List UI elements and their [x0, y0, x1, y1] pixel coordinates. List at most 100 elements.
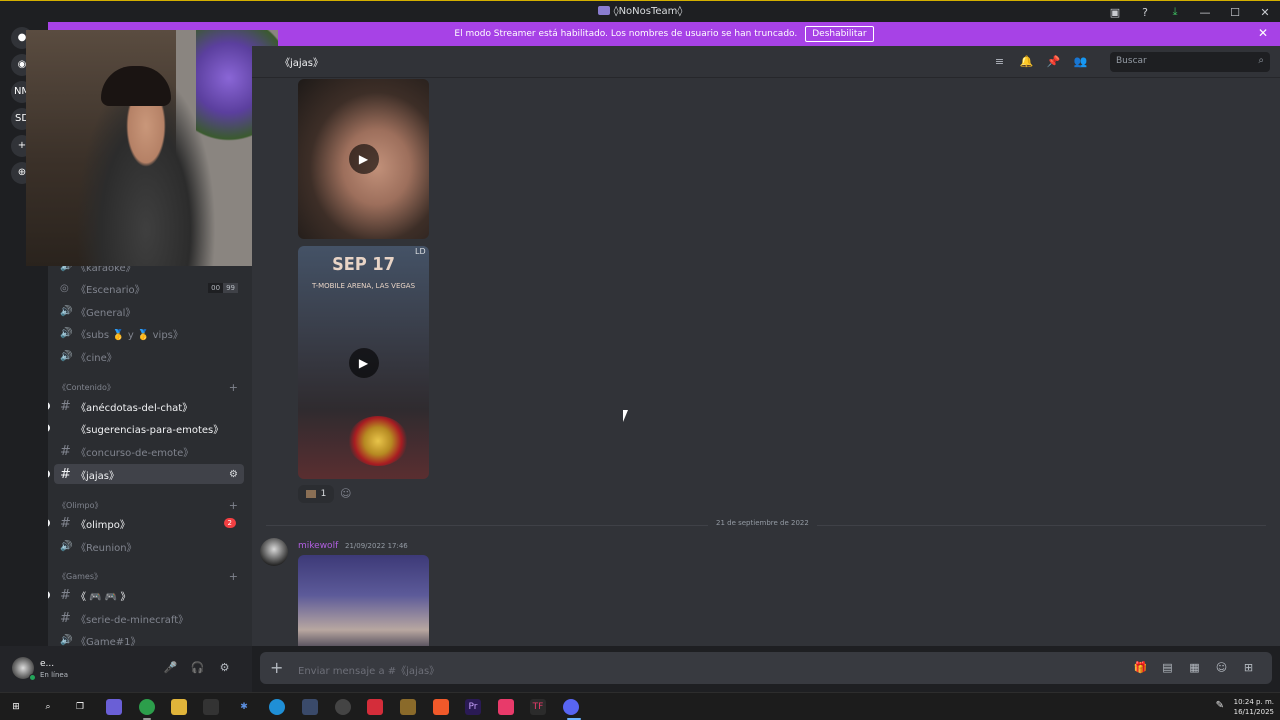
- inbox-icon[interactable]: ▣: [1100, 6, 1130, 19]
- premiere-icon[interactable]: Pr: [465, 699, 481, 715]
- text-channel-olimpo[interactable]: # 《olimpo》 2: [48, 513, 244, 533]
- text-channel-anecdotas[interactable]: # 《anécdotas-del-chat》: [48, 396, 244, 416]
- voice-channel-cine[interactable]: 🔊 《cine》: [54, 346, 244, 366]
- count-current: 00: [208, 283, 224, 293]
- apps-icon[interactable]: ⊞: [1235, 661, 1262, 674]
- header-icons: ≡ 🔔 📌 👥: [986, 55, 1094, 68]
- championship-belt: [348, 416, 408, 466]
- category-games[interactable]: 《Games》 +: [58, 569, 244, 583]
- edge-icon[interactable]: [269, 699, 285, 715]
- settings-icon[interactable]: ⚙: [211, 661, 238, 674]
- reaction-count: 1: [320, 489, 327, 499]
- minimize-icon[interactable]: —: [1190, 6, 1220, 19]
- copilot-icon[interactable]: [106, 699, 122, 715]
- play-icon[interactable]: ▶: [348, 347, 379, 378]
- channel-label: 《cine》: [76, 352, 117, 364]
- speaker-icon: 🔊: [60, 350, 73, 362]
- voice-channel-subs-vips[interactable]: 🔊 《subs 🥇 y 🥇 vips》: [54, 323, 244, 343]
- category-contenido[interactable]: 《Contenido》 +: [58, 380, 244, 394]
- window-title-text: ◊NoNosTeam◊: [613, 6, 683, 17]
- speaker-icon: 🔊: [60, 327, 73, 339]
- disable-streamer-button[interactable]: Deshabilitar: [805, 26, 874, 42]
- add-channel-icon[interactable]: +: [229, 381, 238, 394]
- text-channel-games[interactable]: # 《 🎮 🎮 》: [48, 585, 244, 605]
- hash-icon: #: [60, 515, 71, 531]
- app-icon[interactable]: [400, 699, 416, 715]
- add-reaction-icon[interactable]: ☺: [340, 487, 351, 500]
- app-icon[interactable]: ✱: [236, 699, 252, 715]
- image-attachment[interactable]: [298, 555, 429, 646]
- text-channel-minecraft[interactable]: # 《serie-de-minecraft》: [54, 608, 244, 628]
- username[interactable]: e...: [40, 659, 54, 669]
- tiktok-icon[interactable]: [498, 699, 514, 715]
- app-icon[interactable]: TF: [530, 699, 546, 715]
- channel-label: 《General》: [76, 307, 136, 319]
- chrome-icon[interactable]: [139, 699, 155, 715]
- play-icon[interactable]: ▶: [348, 144, 379, 174]
- unread-indicator: [48, 470, 50, 478]
- app-icon[interactable]: [203, 699, 219, 715]
- text-channel-jajas[interactable]: # 《jajas》 ⚙: [48, 464, 244, 484]
- channel-label: 《Game#1》: [76, 636, 141, 647]
- bell-icon[interactable]: 🔔: [1013, 55, 1040, 68]
- voice-channel-reunion[interactable]: 🔊 《Reunion》: [54, 536, 244, 556]
- text-channel-concurso[interactable]: # 《concurso-de-emote》: [54, 441, 244, 461]
- text-channel-sugerencias[interactable]: 《sugerencias-para-emotes》: [48, 418, 244, 438]
- pin-icon[interactable]: 📌: [1040, 55, 1067, 68]
- user-status: En línea: [40, 671, 69, 679]
- close-window-icon[interactable]: ✕: [1250, 6, 1280, 19]
- user-controls: 🎤 🎧 ⚙: [157, 661, 238, 674]
- microphone-icon[interactable]: 🎤: [157, 661, 184, 674]
- message-author[interactable]: mikewolf: [298, 541, 338, 551]
- download-icon[interactable]: ⤓: [1160, 5, 1190, 19]
- app-icon[interactable]: [367, 699, 383, 715]
- task-view-icon[interactable]: ❐: [72, 699, 88, 715]
- sticker-icon[interactable]: ▦: [1181, 661, 1208, 674]
- search-icon: ⌕: [1258, 55, 1264, 66]
- search-icon[interactable]: ⌕: [40, 699, 56, 715]
- user-panel: e... En línea 🎤 🎧 ⚙: [0, 646, 252, 692]
- members-icon[interactable]: 👥: [1067, 55, 1094, 68]
- hash-icon: #: [60, 398, 71, 414]
- emoji-icon[interactable]: ☺: [1208, 661, 1235, 674]
- discord-icon[interactable]: [563, 699, 579, 715]
- start-icon[interactable]: ⊞: [8, 699, 24, 715]
- window-title: ◊NoNosTeam◊: [0, 6, 1280, 17]
- gif-icon[interactable]: ▤: [1154, 661, 1181, 674]
- pen-icon[interactable]: ✎: [1216, 700, 1224, 711]
- channel-settings-icon[interactable]: ⚙: [229, 469, 238, 480]
- attach-icon[interactable]: +: [270, 658, 283, 677]
- channel-title: 《jajas》: [280, 58, 324, 69]
- file-explorer-icon[interactable]: [171, 699, 187, 715]
- stage-channel-escenario[interactable]: ◎ 《Escenario》 00 99: [54, 278, 244, 298]
- obs-icon[interactable]: [335, 699, 351, 715]
- brave-icon[interactable]: [433, 699, 449, 715]
- quality-tag: LD: [415, 247, 426, 256]
- message-composer[interactable]: + Enviar mensaje a #《jajas》 🎁 ▤ ▦ ☺ ⊞: [260, 652, 1272, 684]
- help-icon[interactable]: ?: [1130, 6, 1160, 19]
- user-count: 00 99: [208, 283, 238, 293]
- threads-icon[interactable]: ≡: [986, 55, 1013, 68]
- app-icon[interactable]: [302, 699, 318, 715]
- video-attachment[interactable]: ▶: [298, 79, 429, 239]
- gift-icon[interactable]: 🎁: [1127, 661, 1154, 674]
- maximize-icon[interactable]: ☐: [1220, 6, 1250, 19]
- clock[interactable]: 10:24 p. m. 16/11/2025: [1234, 697, 1274, 717]
- close-icon[interactable]: ✕: [1258, 26, 1268, 40]
- channel-label: 《olimpo》: [76, 519, 130, 531]
- online-status-icon: [29, 674, 36, 681]
- reaction-pill[interactable]: 1: [298, 485, 334, 503]
- headphones-icon[interactable]: 🎧: [184, 661, 211, 674]
- message-list[interactable]: ▶ SEP 17 T-MOBILE ARENA, LAS VEGAS ▶ LD …: [252, 79, 1280, 646]
- category-olimpo[interactable]: 《Olimpo》 +: [58, 498, 244, 512]
- voice-channel-general[interactable]: 🔊 《General》: [54, 301, 244, 321]
- search-input[interactable]: Buscar ⌕: [1110, 52, 1270, 72]
- poster-title: SEP 17: [332, 254, 395, 275]
- channel-label: 《serie-de-minecraft》: [76, 614, 189, 626]
- add-channel-icon[interactable]: +: [229, 570, 238, 583]
- add-channel-icon[interactable]: +: [229, 499, 238, 512]
- voice-channel-game1[interactable]: 🔊 《Game#1》: [54, 630, 244, 647]
- mouse-cursor-icon: [623, 410, 628, 422]
- video-attachment[interactable]: SEP 17 T-MOBILE ARENA, LAS VEGAS ▶: [298, 246, 429, 479]
- avatar[interactable]: [260, 538, 288, 566]
